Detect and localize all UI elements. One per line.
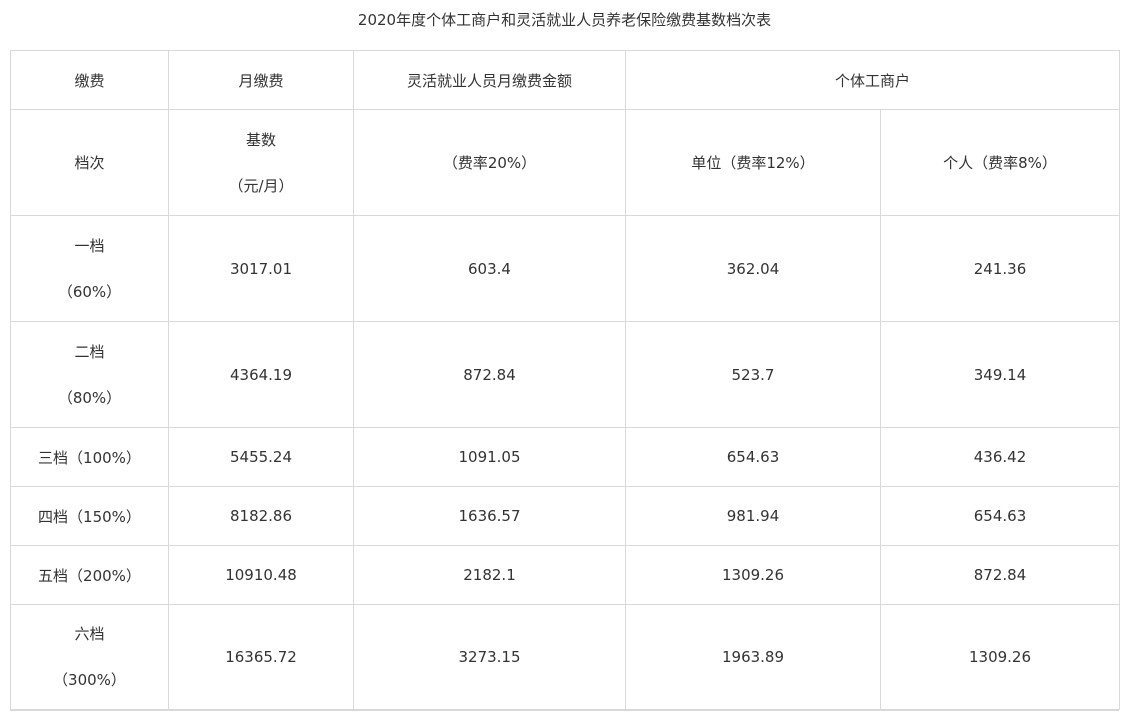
header-flex-rate: （费率20%） — [353, 109, 626, 216]
header-tier-bottom: 档次 — [10, 109, 169, 216]
unit-amount-cell: 362.04 — [625, 215, 881, 322]
unit-amount-cell: 523.7 — [625, 321, 881, 428]
tier-percent: （80%） — [57, 388, 122, 407]
table-row: 五档（200%） 10910.48 2182.1 1309.26 872.84 — [10, 545, 1120, 605]
tier-percent: （60%） — [57, 282, 122, 301]
unit-amount-cell: 981.94 — [625, 486, 881, 546]
header-row-2: 档次 基数 （元/月） （费率20%） 单位（费率12%） 个人（费率8%） — [10, 109, 1120, 216]
base-cell: 16365.72 — [168, 604, 354, 710]
tier-cell: 二档 （80%） — [10, 321, 169, 428]
table-row: 三档（100%） 5455.24 1091.05 654.63 436.42 — [10, 427, 1120, 487]
header-flex-top: 灵活就业人员月缴费金额 — [353, 50, 626, 110]
base-cell: 4364.19 — [168, 321, 354, 428]
contribution-table: 缴费 月缴费 灵活就业人员月缴费金额 个体工商户 档次 基数 （元/月） （费率… — [10, 50, 1120, 710]
unit-amount-cell: 654.63 — [625, 427, 881, 487]
personal-amount-cell: 872.84 — [880, 545, 1120, 605]
table-row: 二档 （80%） 4364.19 872.84 523.7 349.14 — [10, 321, 1120, 428]
header-base-line1: 基数 — [245, 130, 276, 149]
table-title: 2020年度个体工商户和灵活就业人员养老保险缴费基数档次表 — [357, 11, 772, 29]
base-cell: 5455.24 — [168, 427, 354, 487]
table-row: 六档 （300%） 16365.72 3273.15 1963.89 1309.… — [10, 604, 1120, 710]
header-business-group: 个体工商户 — [625, 50, 1120, 110]
personal-amount-cell: 1309.26 — [880, 604, 1120, 710]
table-row: 四档（150%） 8182.86 1636.57 981.94 654.63 — [10, 486, 1120, 546]
header-row-1: 缴费 月缴费 灵活就业人员月缴费金额 个体工商户 — [10, 50, 1120, 110]
header-unit-rate: 单位（费率12%） — [625, 109, 881, 216]
flex-amount-cell: 1091.05 — [353, 427, 626, 487]
tier-cell: 一档 （60%） — [10, 215, 169, 322]
base-cell: 10910.48 — [168, 545, 354, 605]
tier-cell: 四档（150%） — [10, 486, 169, 546]
flex-amount-cell: 3273.15 — [353, 604, 626, 710]
tier-percent: （300%） — [53, 671, 126, 689]
header-base-line2: （元/月） — [228, 176, 294, 195]
header-base-bottom: 基数 （元/月） — [168, 109, 354, 216]
flex-amount-cell: 1636.57 — [353, 486, 626, 546]
base-cell: 8182.86 — [168, 486, 354, 546]
flex-amount-cell: 2182.1 — [353, 545, 626, 605]
header-personal-rate: 个人（费率8%） — [880, 109, 1120, 216]
tier-label: 一档 — [74, 236, 105, 255]
tier-cell: 三档（100%） — [10, 427, 169, 487]
flex-amount-cell: 872.84 — [353, 321, 626, 428]
personal-amount-cell: 654.63 — [880, 486, 1120, 546]
personal-amount-cell: 436.42 — [880, 427, 1120, 487]
tier-label: 六档 — [74, 625, 105, 643]
header-tier-top: 缴费 — [10, 50, 169, 110]
unit-amount-cell: 1963.89 — [625, 604, 881, 710]
personal-amount-cell: 349.14 — [880, 321, 1120, 428]
flex-amount-cell: 603.4 — [353, 215, 626, 322]
tier-label: 二档 — [74, 342, 105, 361]
base-cell: 3017.01 — [168, 215, 354, 322]
personal-amount-cell: 241.36 — [880, 215, 1120, 322]
table-bottom-rule — [10, 709, 1119, 711]
tier-cell: 五档（200%） — [10, 545, 169, 605]
tier-cell: 六档 （300%） — [10, 604, 169, 710]
header-base-top: 月缴费 — [168, 50, 354, 110]
unit-amount-cell: 1309.26 — [625, 545, 881, 605]
table-row: 一档 （60%） 3017.01 603.4 362.04 241.36 — [10, 215, 1120, 322]
